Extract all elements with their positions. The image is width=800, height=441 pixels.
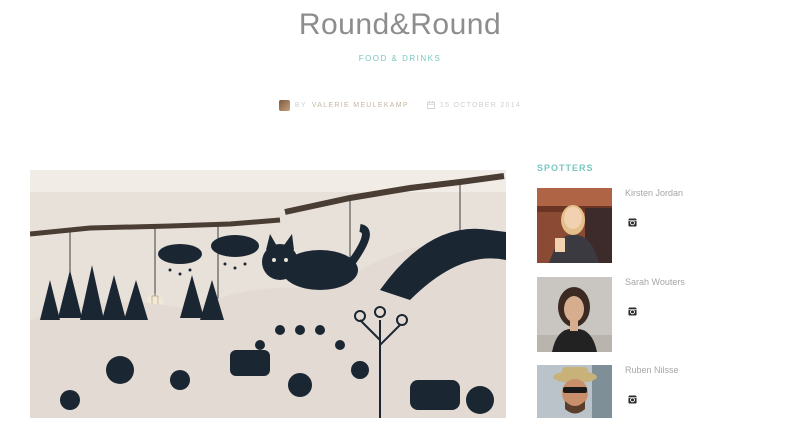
spotter-name[interactable]: Kirsten Jordan [625,188,683,198]
instagram-icon[interactable] [628,395,637,404]
post-meta: BY VALERIE MEULEKAMP 15 OCTOBER 2014 [0,98,800,112]
mural-illustration [30,170,506,418]
spotter-name[interactable]: Ruben Nilsse [625,365,679,375]
spotter-card: Kirsten Jordan [537,188,777,264]
spotter-photo[interactable] [537,277,612,352]
spotter-card: Ruben Nilsse [537,365,777,441]
sidebar-title: SPOTTERS [537,163,594,173]
author-link[interactable]: VALERIE MEULEKAMP [312,102,409,109]
spotter-photo[interactable] [537,188,612,263]
post-hero-image[interactable] [30,170,506,418]
author-avatar [278,99,290,111]
instagram-icon[interactable] [628,307,637,316]
post-author: BY VALERIE MEULEKAMP [278,99,409,111]
calendar-icon [426,101,435,109]
post-category-link[interactable]: FOOD & DRINKS [0,54,800,63]
spotter-name[interactable]: Sarah Wouters [625,277,685,287]
spotter-photo[interactable] [537,365,612,418]
site-title[interactable]: Round&Round [0,8,800,42]
spotter-card: Sarah Wouters [537,277,777,353]
post-date: 15 OCTOBER 2014 [426,101,522,109]
instagram-icon[interactable] [628,218,637,227]
post-date-text: 15 OCTOBER 2014 [439,101,522,109]
author-prefix: BY [294,101,307,109]
